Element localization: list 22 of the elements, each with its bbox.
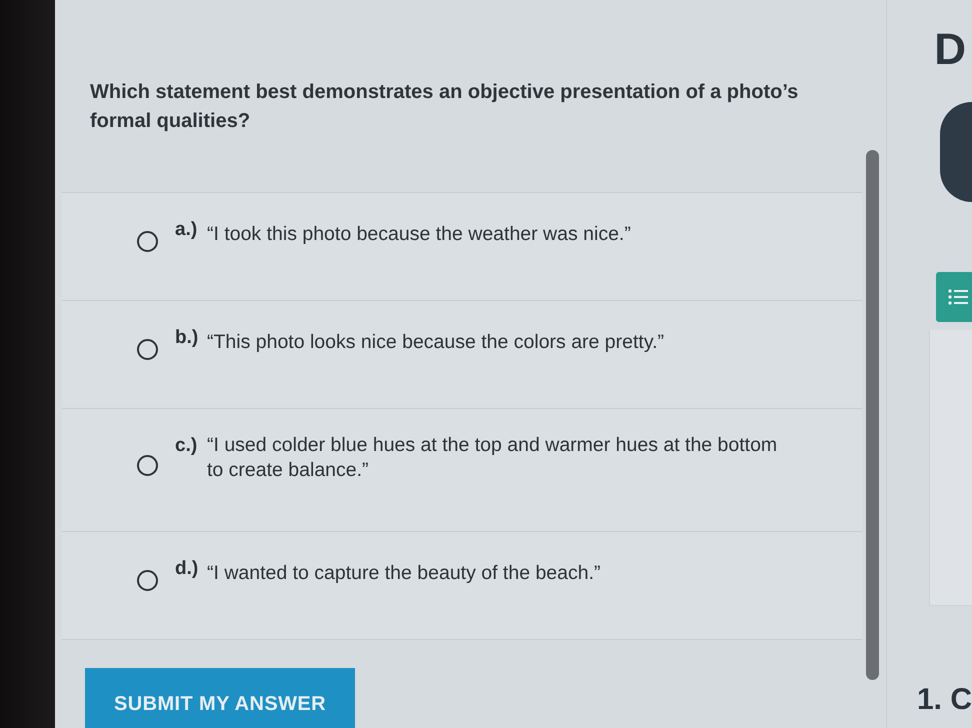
radio-button[interactable] bbox=[137, 570, 158, 591]
list-button[interactable] bbox=[936, 272, 972, 322]
radio-button[interactable] bbox=[137, 454, 158, 476]
question-text: Which statement best demonstrates an objective presentation of a photo’s formal qualities? bbox=[90, 80, 800, 134]
option-letter: c.) bbox=[175, 434, 198, 458]
answer-option[interactable]: d.) “I wanted to capture the beauty of the beach.” bbox=[62, 532, 862, 640]
radio-button[interactable] bbox=[137, 339, 158, 360]
option-letter: a.) bbox=[175, 218, 198, 242]
option-letter: b.) bbox=[175, 326, 200, 350]
scrollbar[interactable] bbox=[866, 150, 879, 680]
list-icon bbox=[948, 289, 968, 305]
answer-option[interactable]: c.) “I used colder blue hues at the top and warmer hues at the bottom to create balance.” bbox=[62, 409, 862, 532]
option-text: “I used colder blue hues at the top and warmer hues at the bottom to create balance.” bbox=[207, 433, 778, 483]
option-text: “I took this photo because the weather was nice.” bbox=[207, 222, 632, 247]
option-text: “I wanted to capture the beauty of the beach.” bbox=[207, 561, 602, 586]
side-heading: D bbox=[934, 28, 966, 72]
option-text: “This photo looks nice because the colors are pretty.” bbox=[207, 330, 666, 355]
option-letter: d.) bbox=[175, 557, 200, 581]
radio-button[interactable] bbox=[137, 231, 158, 252]
answer-option[interactable]: b.) “This photo looks nice because the colors are pretty.” bbox=[62, 301, 862, 409]
question-number: 1. C bbox=[916, 682, 972, 718]
answer-option[interactable]: a.) “I took this photo because the weather was nice.” bbox=[62, 193, 862, 301]
